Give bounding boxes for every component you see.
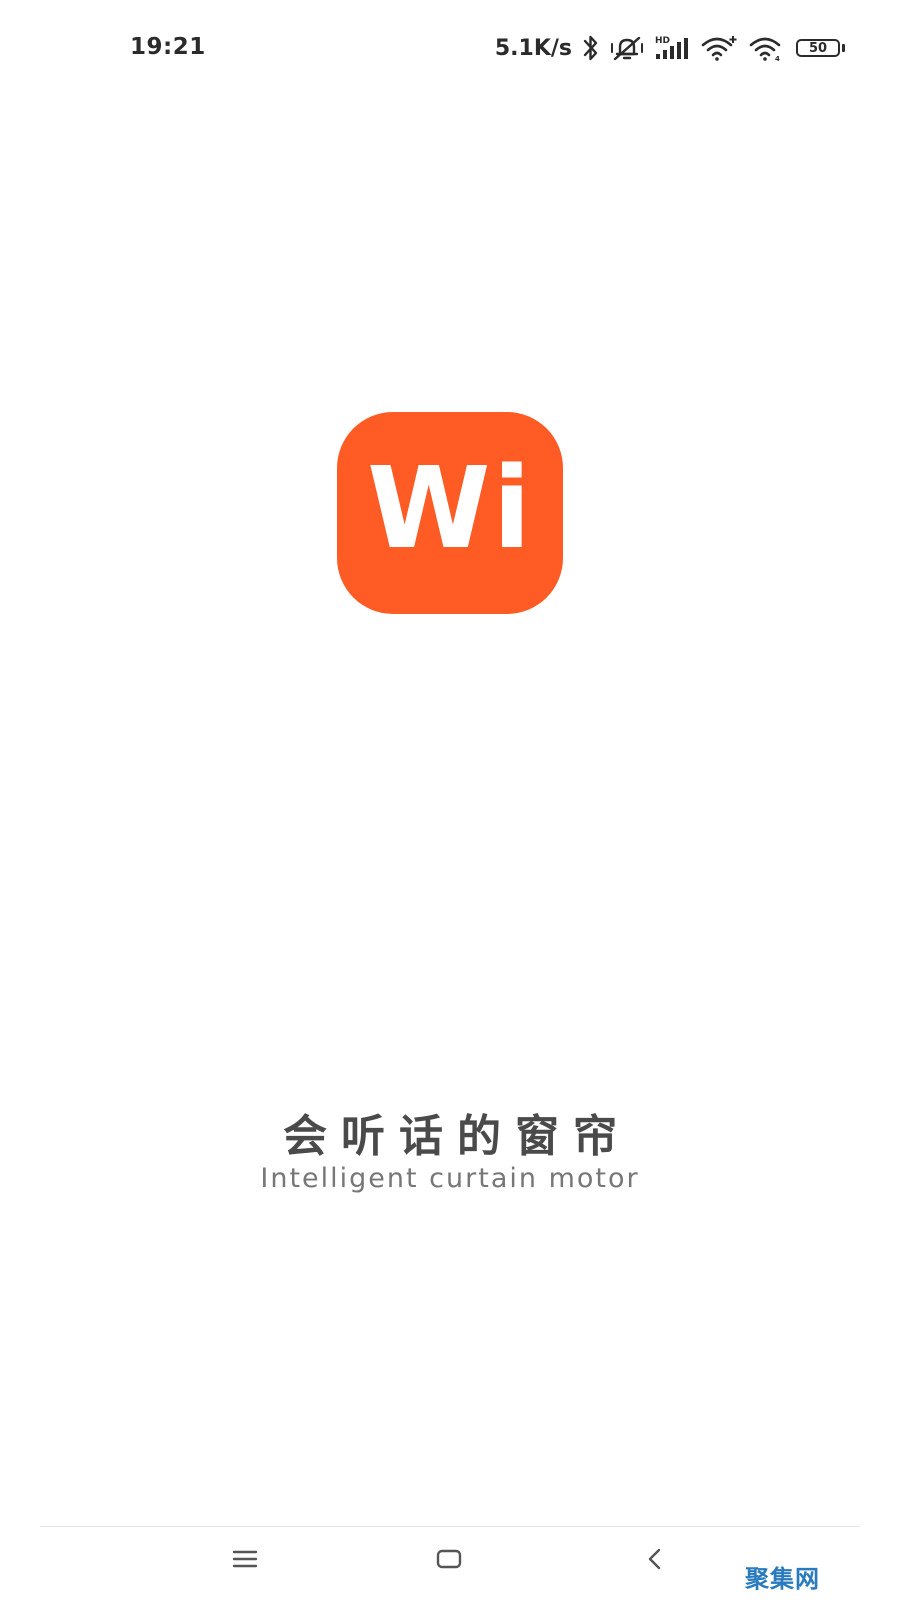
- mute-icon: [610, 33, 644, 63]
- bluetooth-icon: [582, 33, 600, 63]
- menu-icon: [232, 1548, 258, 1574]
- app-logo-text: Wi: [367, 444, 533, 574]
- status-icons: 5.1K/s HD 4 50: [495, 30, 848, 66]
- slogan-chinese: 会听话的窗帘: [283, 1111, 631, 1162]
- svg-text:4: 4: [775, 55, 780, 62]
- navigation-bar: 聚集网: [0, 1527, 900, 1600]
- hd-label: HD: [655, 36, 670, 46]
- menu-button[interactable]: [215, 1539, 275, 1583]
- hd-signal-icon: HD: [654, 33, 690, 63]
- battery-level: 50: [808, 40, 828, 56]
- status-bar: 19:21 5.1K/s HD 4 50: [0, 0, 900, 96]
- wifi-plus-icon: [700, 33, 738, 63]
- network-speed: 5.1K/s: [494, 35, 572, 61]
- watermark: 聚集网: [745, 1565, 820, 1593]
- home-icon: [436, 1548, 462, 1574]
- home-button[interactable]: [419, 1539, 479, 1583]
- app-logo: Wi: [337, 412, 563, 614]
- back-button[interactable]: [625, 1539, 685, 1583]
- status-time: 19:21: [130, 34, 206, 60]
- wifi-icon: 4: [748, 33, 786, 63]
- battery-icon: 50: [796, 37, 848, 59]
- slogan-english: Intelligent curtain motor: [260, 1163, 640, 1194]
- back-icon: [645, 1547, 665, 1575]
